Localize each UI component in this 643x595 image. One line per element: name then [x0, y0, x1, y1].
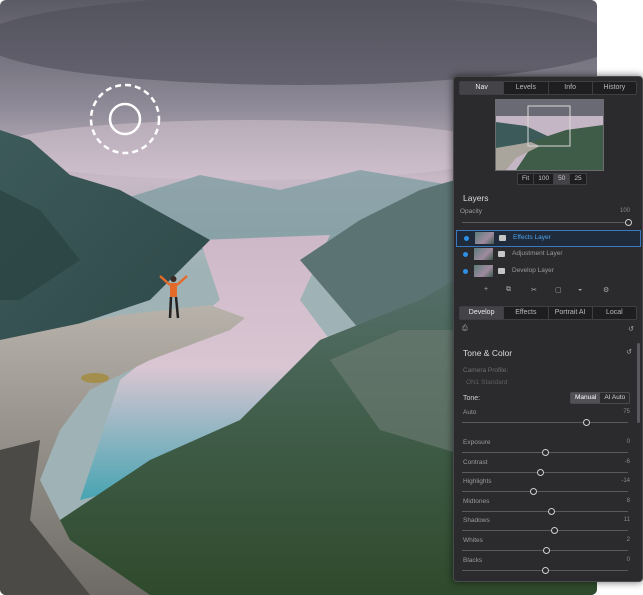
layer-toolbar: + ⧉ ✂ ▢ ◒ ⚙: [454, 286, 642, 298]
slider-value-midtones: 8: [626, 497, 630, 504]
slider-value-whites: 2: [626, 537, 630, 543]
slider-blacks[interactable]: [462, 566, 628, 574]
side-panel: Nav Levels Info History Fit 100 50 25 La…: [453, 76, 643, 582]
tab-local[interactable]: Local: [593, 307, 636, 319]
slider-label-shadows: Shadows: [463, 517, 490, 525]
layers-title: Layers: [463, 193, 489, 203]
tone-manual-button[interactable]: Manual: [571, 393, 601, 403]
layer-row-effects[interactable]: Effects Layer: [456, 230, 641, 247]
auto-slider[interactable]: [462, 419, 628, 426]
tab-levels[interactable]: Levels: [504, 82, 549, 94]
camera-profile-value[interactable]: ON1 Standard: [466, 379, 508, 386]
section-title: Tone & Color: [463, 348, 513, 358]
slider-knob-midtones[interactable]: [548, 507, 556, 515]
mask-tool-icon[interactable]: ✂: [531, 286, 537, 294]
slider-exposure[interactable]: [462, 449, 628, 456]
layer-thumbnail: [475, 232, 494, 244]
tab-effects[interactable]: Effects: [504, 307, 549, 319]
slider-label-whites: Whites: [463, 537, 483, 544]
slider-value-highlights: -14: [621, 478, 630, 485]
slider-knob-exposure[interactable]: [541, 449, 549, 456]
add-layer-icon[interactable]: +: [484, 286, 488, 293]
zoom-100-button[interactable]: 100: [534, 174, 555, 184]
blend-icon[interactable]: ◒: [578, 286, 582, 293]
tab-nav[interactable]: Nav: [460, 82, 505, 94]
zoom-50-button[interactable]: 50: [554, 174, 571, 184]
layer-settings-icon[interactable]: ⚙: [603, 286, 609, 294]
section-reset-icon[interactable]: ↺: [626, 348, 632, 356]
slider-label-blacks: Blacks: [463, 556, 483, 564]
slider-knob-whites[interactable]: [543, 547, 551, 554]
slider-knob-highlights[interactable]: [529, 488, 537, 496]
layer-row-develop[interactable]: Develop Layer: [456, 264, 639, 279]
slider-contrast[interactable]: [462, 468, 628, 476]
layer-name: Adjustment Layer: [512, 250, 563, 257]
tone-ai-auto-button[interactable]: AI Auto: [600, 393, 629, 403]
slider-value-blacks: 0: [626, 556, 630, 563]
tab-portrait-ai[interactable]: Portrait AI: [549, 307, 593, 319]
layer-name: Develop Layer: [512, 267, 554, 274]
navigator-thumbnail-image: [496, 100, 603, 170]
slider-label-exposure: Exposure: [463, 439, 491, 446]
panel-scrollbar[interactable]: [637, 343, 640, 423]
opacity-label: Opacity: [460, 208, 483, 215]
layer-row-adjustment[interactable]: Adjustment Layer: [456, 247, 639, 262]
mask-icon: [498, 268, 505, 274]
layer-name: Effects Layer: [513, 234, 551, 241]
visibility-dot-icon[interactable]: [464, 236, 469, 241]
slider-shadows[interactable]: [462, 527, 628, 535]
slider-value-shadows: 11: [623, 517, 630, 524]
opacity-slider[interactable]: [462, 219, 632, 226]
navigator-preview[interactable]: [495, 99, 604, 171]
reset-icon[interactable]: ↺: [628, 325, 634, 333]
slider-highlights[interactable]: [462, 488, 628, 496]
tone-mode-toggle: Manual AI Auto: [570, 392, 631, 404]
module-tabs: Develop Effects Portrait AI Local: [459, 306, 637, 320]
slider-knob-shadows[interactable]: [551, 527, 559, 535]
opacity-value: 100: [619, 208, 630, 214]
tab-info[interactable]: Info: [549, 82, 593, 94]
slider-value-exposure: 0: [626, 439, 630, 445]
auto-label: Auto: [463, 409, 477, 416]
visibility-dot-icon[interactable]: [463, 269, 468, 274]
mask-icon: [499, 235, 506, 241]
stamp-layer-icon[interactable]: ▢: [555, 286, 562, 294]
slider-label-highlights: Highlights: [463, 478, 492, 486]
tone-label: Tone:: [463, 395, 481, 402]
auto-value: 75: [623, 409, 630, 415]
slider-knob-blacks[interactable]: [541, 566, 549, 574]
zoom-controls: Fit 100 50 25: [517, 173, 587, 185]
slider-label-midtones: Midtones: [463, 497, 490, 505]
zoom-25-button[interactable]: 25: [570, 174, 585, 184]
duplicate-layer-icon[interactable]: ⧉: [506, 286, 511, 294]
nav-tabs: Nav Levels Info History: [459, 81, 637, 95]
slider-midtones[interactable]: [462, 507, 628, 515]
auto-slider-knob[interactable]: [583, 419, 590, 426]
slider-knob-contrast[interactable]: [536, 468, 544, 476]
tab-history[interactable]: History: [593, 82, 636, 94]
brush-cursor-icon: [89, 83, 161, 155]
opacity-slider-knob[interactable]: [624, 219, 632, 226]
visibility-dot-icon[interactable]: [463, 252, 468, 257]
camera-profile-label: Camera Profile:: [463, 367, 509, 374]
slider-value-contrast: -6: [624, 458, 630, 465]
layer-thumbnail: [474, 248, 493, 260]
slider-label-contrast: Contrast: [463, 458, 488, 466]
layer-thumbnail: [474, 265, 493, 277]
preset-icon[interactable]: ⎙: [462, 325, 468, 333]
tab-develop[interactable]: Develop: [460, 307, 505, 319]
slider-whites[interactable]: [462, 547, 628, 554]
zoom-fit-button[interactable]: Fit: [518, 174, 535, 184]
mask-icon: [498, 251, 505, 257]
